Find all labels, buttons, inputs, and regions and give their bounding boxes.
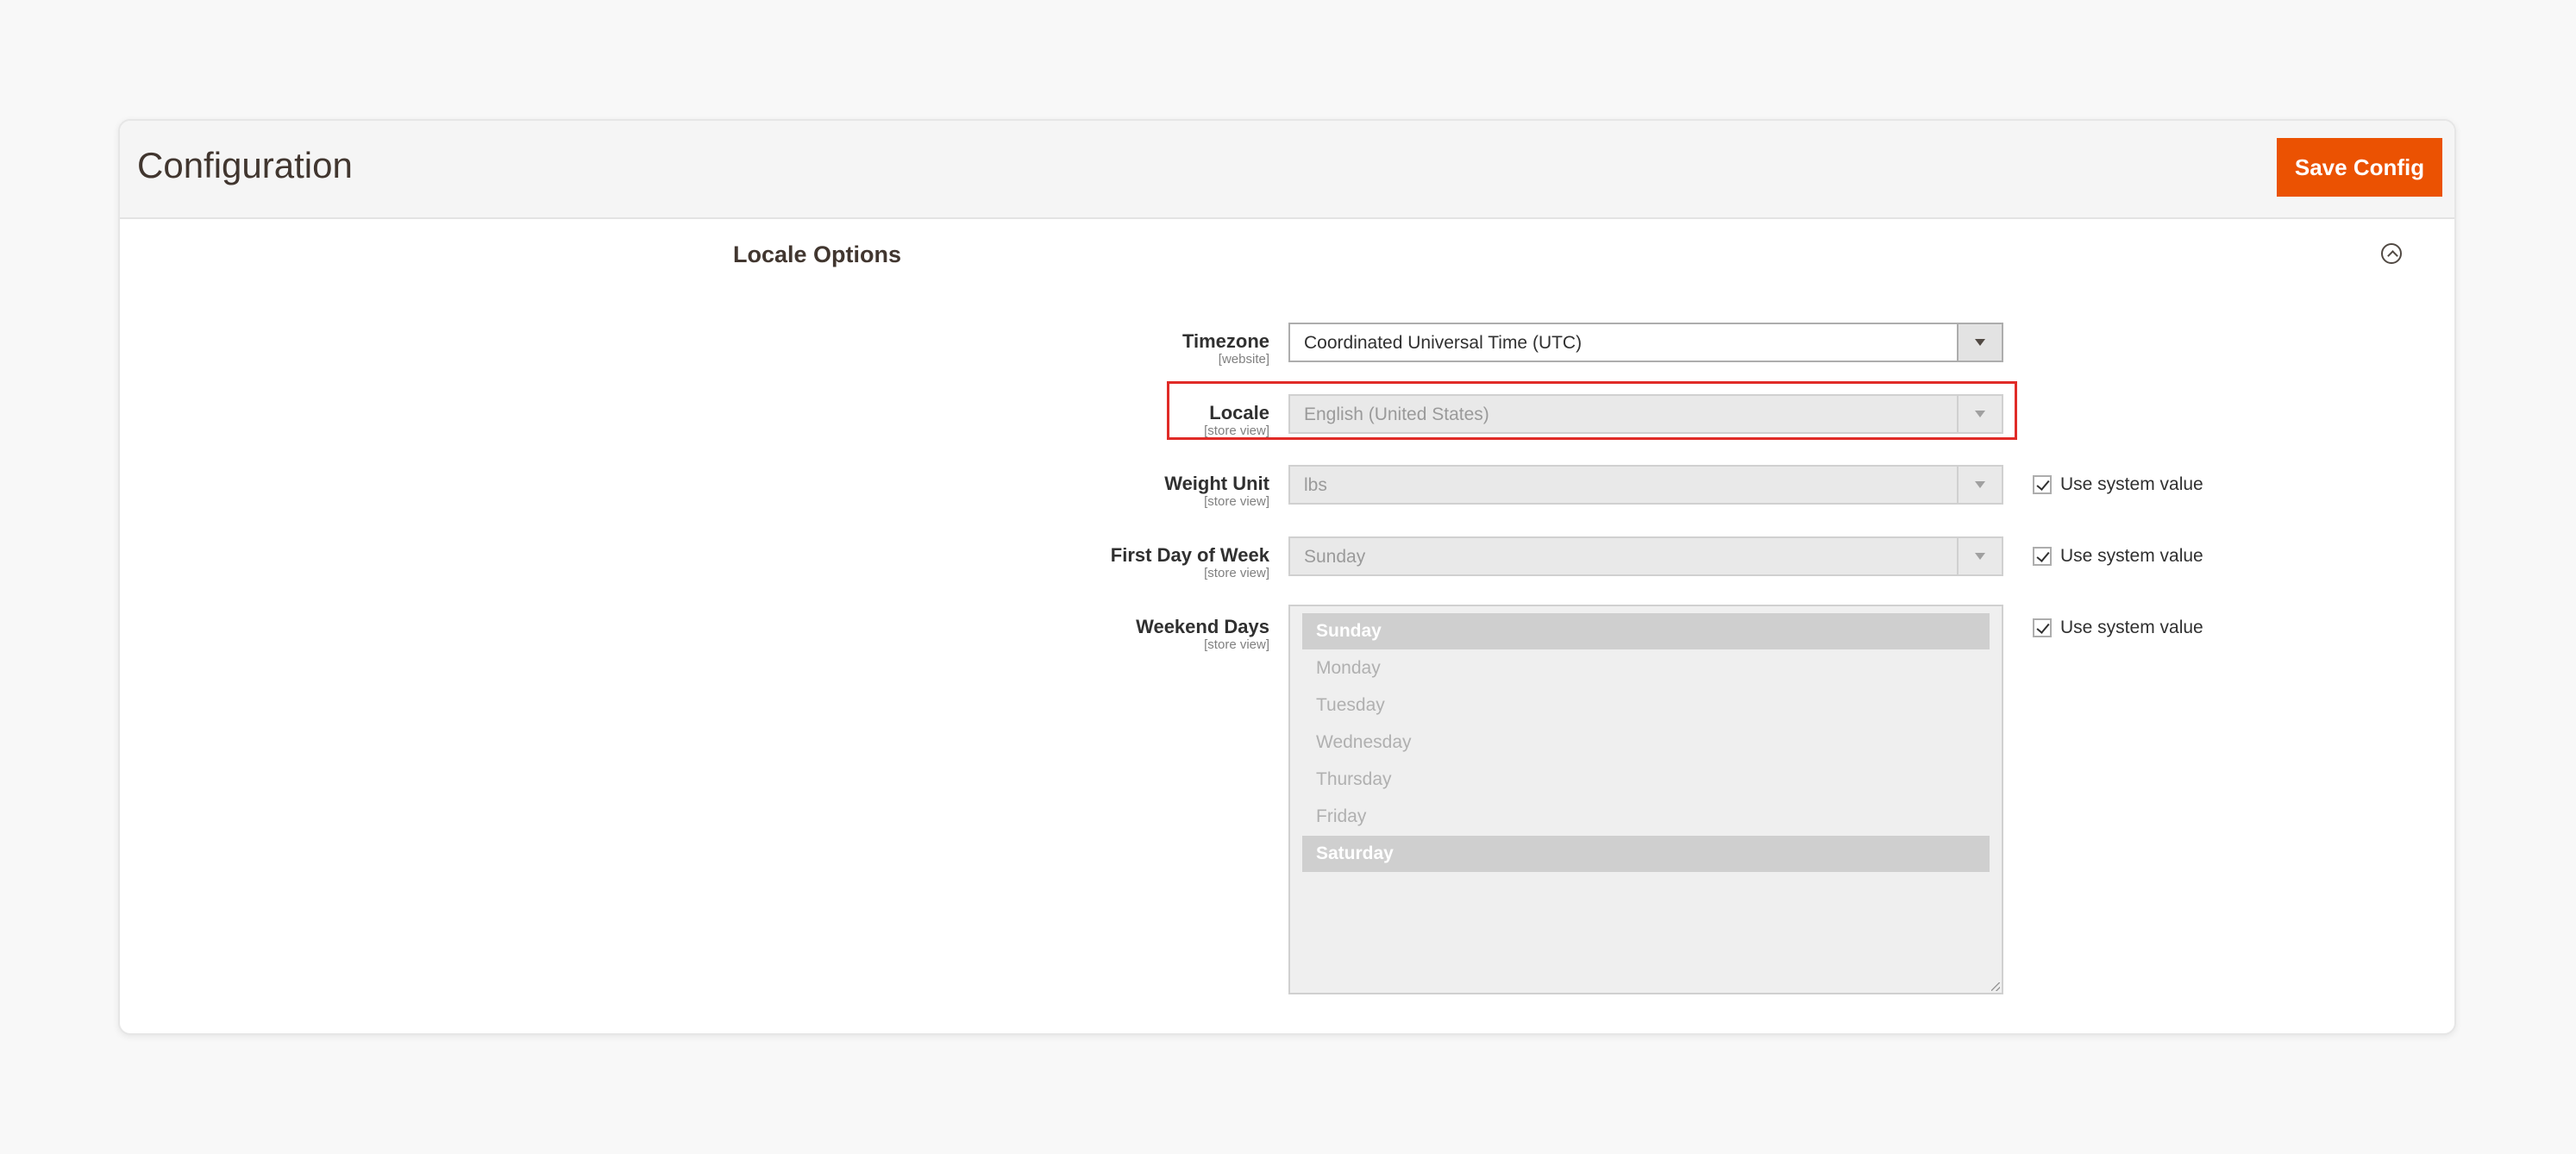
save-config-button[interactable]: Save Config <box>2277 138 2442 197</box>
weight-unit-scope: [store view] <box>1204 494 1269 509</box>
weekend-days-option[interactable]: Thursday <box>1302 762 1990 798</box>
weekend-days-option[interactable]: Monday <box>1302 650 1990 687</box>
first-day-use-system[interactable]: Use system value <box>2033 543 2203 569</box>
page-title: Configuration <box>137 145 353 185</box>
weekend-days-label: Weekend Days [store view] <box>1136 617 1269 653</box>
timezone-value: Coordinated Universal Time (UTC) <box>1304 333 1583 353</box>
page-header: Configuration Save Config <box>120 121 2454 219</box>
first-day-value: Sunday <box>1304 547 1366 567</box>
first-day-label-text: First Day of Week <box>1110 544 1269 566</box>
timezone-scope: [website] <box>1218 352 1269 367</box>
weekend-days-scope: [store view] <box>1204 637 1269 652</box>
locale-label-text: Locale <box>1209 402 1269 423</box>
weekend-days-option[interactable]: Saturday <box>1302 836 1990 872</box>
weight-unit-use-system[interactable]: Use system value <box>2033 472 2203 498</box>
weekend-days-option[interactable]: Friday <box>1302 799 1990 835</box>
timezone-dropdown-toggle[interactable] <box>1957 324 2002 361</box>
configuration-panel: Configuration Save Config Locale Options… <box>118 119 2456 1035</box>
chevron-down-icon <box>1975 339 1985 346</box>
first-day-scope: [store view] <box>1204 566 1269 580</box>
weight-unit-label-text: Weight Unit <box>1164 473 1269 494</box>
locale-dropdown-toggle[interactable] <box>1957 396 2002 432</box>
weight-unit-label: Weight Unit [store view] <box>1164 474 1269 510</box>
locale-scope: [store view] <box>1204 423 1269 438</box>
first-day-dropdown-toggle[interactable] <box>1957 538 2002 574</box>
weekend-days-use-system-label[interactable]: Use system value <box>2060 618 2203 638</box>
section-title-locale-options[interactable]: Locale Options <box>733 241 901 268</box>
timezone-label-text: Timezone <box>1181 330 1269 352</box>
first-day-use-system-label[interactable]: Use system value <box>2060 546 2203 567</box>
weekend-days-option[interactable]: Sunday <box>1302 613 1990 649</box>
first-day-select[interactable]: Sunday <box>1288 536 2003 576</box>
weight-unit-select[interactable]: lbs <box>1288 465 2003 505</box>
locale-label: Locale [store view] <box>1204 403 1269 439</box>
resize-handle-icon[interactable] <box>1991 982 2000 991</box>
weekend-days-use-system[interactable]: Use system value <box>2033 615 2203 641</box>
chevron-down-icon <box>1975 411 1985 417</box>
weekend-days-option[interactable]: Wednesday <box>1302 724 1990 761</box>
timezone-select[interactable]: Coordinated Universal Time (UTC) <box>1288 323 2003 362</box>
collapse-section-icon[interactable] <box>2381 243 2402 264</box>
weekend-days-use-system-checkbox[interactable] <box>2033 618 2052 637</box>
first-day-use-system-checkbox[interactable] <box>2033 547 2052 566</box>
chevron-down-icon <box>1975 553 1985 560</box>
weekend-days-option[interactable]: Tuesday <box>1302 687 1990 724</box>
weight-unit-value: lbs <box>1304 475 1327 495</box>
weight-unit-dropdown-toggle[interactable] <box>1957 467 2002 503</box>
weekend-days-label-text: Weekend Days <box>1136 616 1269 637</box>
timezone-label: Timezone [website] <box>1182 331 1269 367</box>
weight-unit-use-system-checkbox[interactable] <box>2033 475 2052 494</box>
weight-unit-use-system-label[interactable]: Use system value <box>2060 474 2203 495</box>
weekend-days-multiselect[interactable]: Sunday Monday Tuesday Wednesday Thursday… <box>1288 605 2003 994</box>
locale-value: English (United States) <box>1304 405 1489 424</box>
first-day-label: First Day of Week [store view] <box>1111 545 1269 581</box>
chevron-down-icon <box>1975 481 1985 488</box>
locale-select[interactable]: English (United States) <box>1288 394 2003 434</box>
